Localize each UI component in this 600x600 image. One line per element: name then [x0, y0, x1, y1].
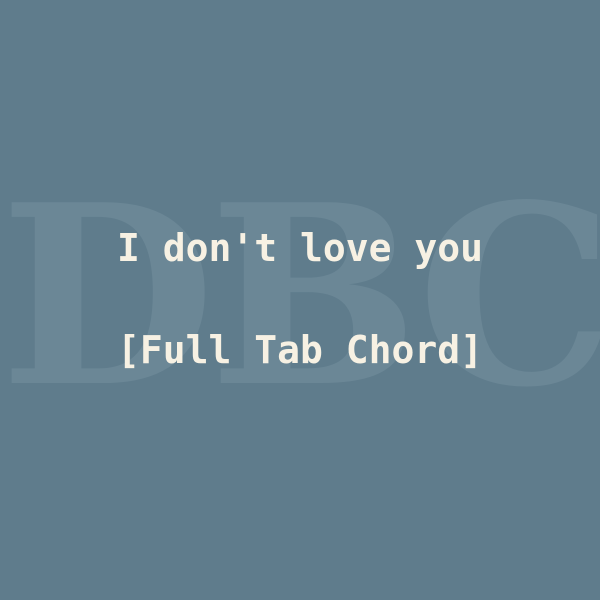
thumbnail-canvas: DBC I don't love you [Full Tab Chord]: [0, 0, 600, 600]
title-line-1: I don't love you: [116, 226, 484, 270]
title-line-2: [Full Tab Chord]: [116, 328, 484, 372]
dbc-watermark-logo: DBC: [0, 151, 600, 442]
